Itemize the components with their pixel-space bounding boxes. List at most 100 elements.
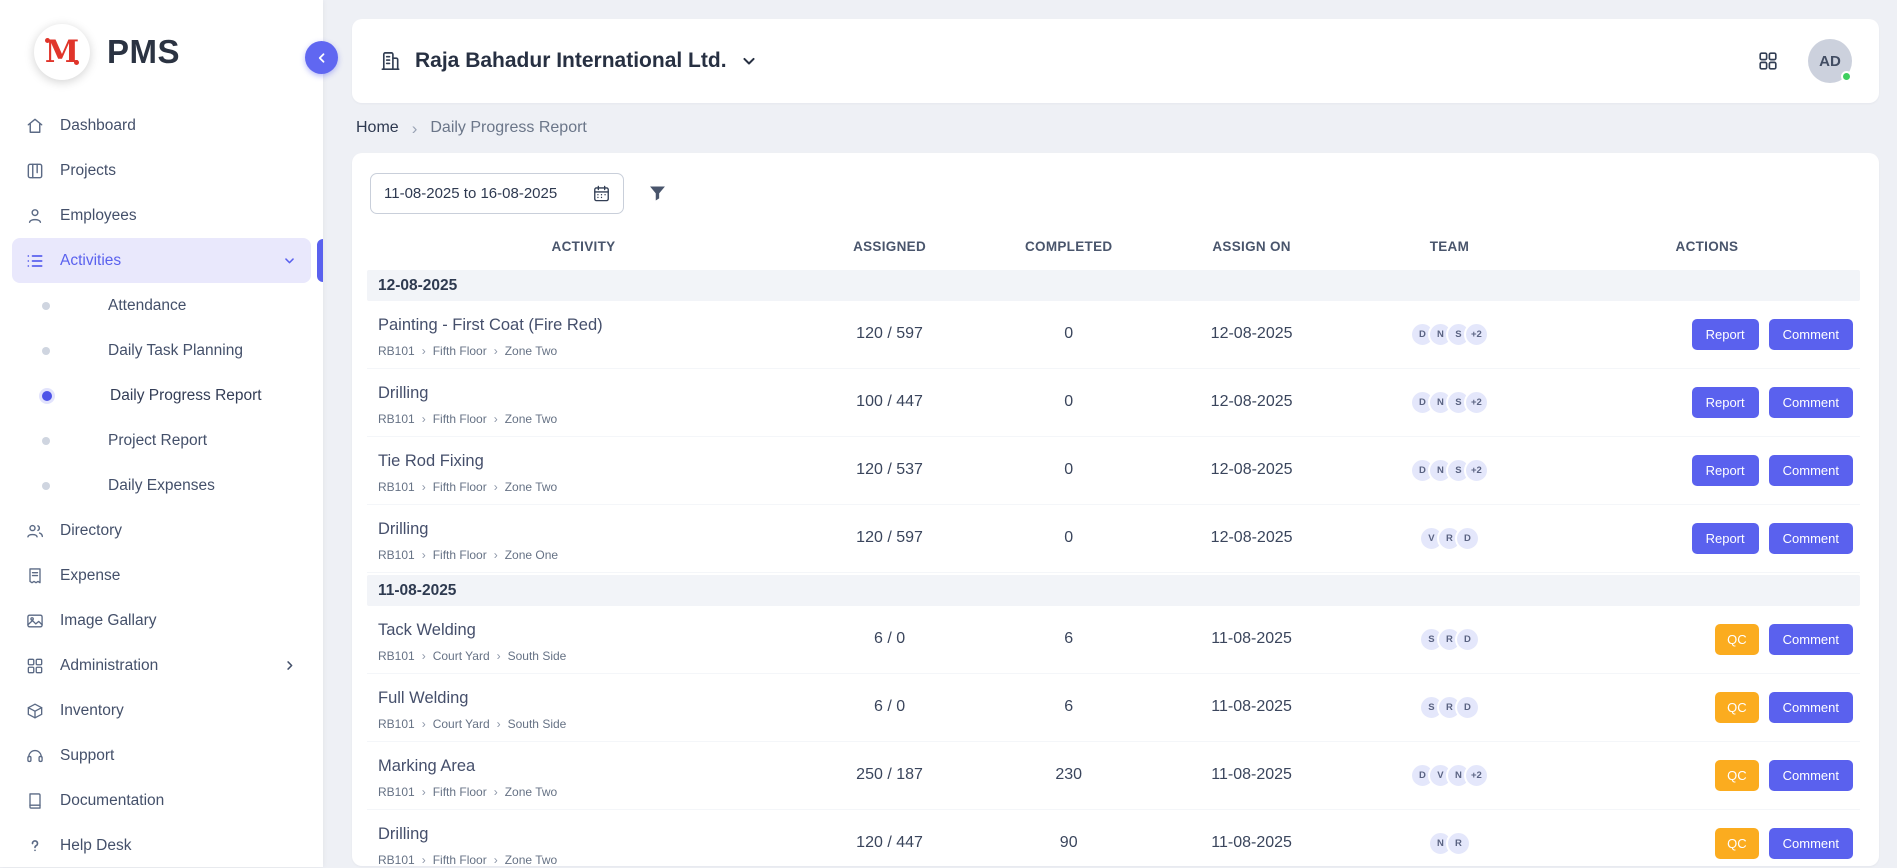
activity-name[interactable]: Marking Area <box>378 757 800 776</box>
app-name: PMS <box>107 33 180 71</box>
activities-icon <box>25 251 45 271</box>
sidebar-subitem-daily-task-planning[interactable]: Daily Task Planning <box>12 328 311 373</box>
path-segment: Fifth Floor <box>433 344 487 358</box>
row-actions: Report Comment <box>1554 446 1860 494</box>
sidebar-item-documentation[interactable]: Documentation <box>12 778 311 823</box>
completed-value: 0 <box>979 310 1158 358</box>
user-avatar[interactable]: AD <box>1808 39 1852 83</box>
qc-button[interactable]: QC <box>1715 692 1759 723</box>
path-segment: RB101 <box>378 412 415 426</box>
team-more-badge[interactable]: +2 <box>1464 458 1489 483</box>
sidebar-item-help-desk[interactable]: Help Desk <box>12 823 311 868</box>
sidebar-item-directory[interactable]: Directory <box>12 508 311 553</box>
main-content: Raja Bahadur International Ltd. AD Home … <box>323 0 1897 867</box>
qc-button[interactable]: QC <box>1715 624 1759 655</box>
comment-button[interactable]: Comment <box>1769 387 1853 418</box>
assign-on-date: 11-08-2025 <box>1158 819 1345 866</box>
sidebar-item-inventory[interactable]: Inventory <box>12 688 311 733</box>
sidebar-item-expense[interactable]: Expense <box>12 553 311 598</box>
activity-name[interactable]: Tack Welding <box>378 621 800 640</box>
activity-cell: Painting - First Coat (Fire Red) RB101›F… <box>367 310 800 358</box>
comment-button[interactable]: Comment <box>1769 760 1853 791</box>
report-button[interactable]: Report <box>1692 319 1759 350</box>
sidebar-item-support[interactable]: Support <box>12 733 311 778</box>
sidebar-subitem-attendance[interactable]: Attendance <box>12 283 311 328</box>
activity-name[interactable]: Drilling <box>378 384 800 403</box>
sidebar-item-projects[interactable]: Projects <box>12 148 311 193</box>
date-range-input[interactable]: 11-08-2025 to 16-08-2025 <box>370 173 624 214</box>
team-avatars: DNS+2 <box>1345 310 1554 358</box>
chevron-right-icon: › <box>494 481 498 493</box>
path-segment: Fifth Floor <box>433 480 487 494</box>
activity-name[interactable]: Full Welding <box>378 689 800 708</box>
activity-name[interactable]: Drilling <box>378 825 800 844</box>
completed-value: 0 <box>979 378 1158 426</box>
comment-button[interactable]: Comment <box>1769 319 1853 350</box>
sidebar-item-dashboard[interactable]: Dashboard <box>12 103 311 148</box>
sidebar-item-image-gallary[interactable]: Image Gallary <box>12 598 311 643</box>
team-member-avatar[interactable]: D <box>1455 695 1480 720</box>
comment-button[interactable]: Comment <box>1769 523 1853 554</box>
comment-button[interactable]: Comment <box>1769 455 1853 486</box>
qc-button[interactable]: QC <box>1715 760 1759 791</box>
comment-button[interactable]: Comment <box>1769 828 1853 859</box>
activity-name[interactable]: Drilling <box>378 520 800 539</box>
company-chevron-down-icon[interactable] <box>739 51 759 71</box>
chevron-right-icon: › <box>494 549 498 561</box>
logo-letter: M <box>45 34 79 70</box>
assigned-value: 100 / 447 <box>800 378 979 426</box>
table-header-row: ACTIVITY ASSIGNED COMPLETED ASSIGN ON TE… <box>367 224 1860 268</box>
qc-button[interactable]: QC <box>1715 828 1759 859</box>
sidebar-item-activities[interactable]: Activities <box>12 238 311 283</box>
row-actions: QC Comment <box>1554 819 1860 866</box>
employees-icon <box>25 206 45 226</box>
report-button[interactable]: Report <box>1692 455 1759 486</box>
table-row: Tack Welding RB101›Court Yard›South Side… <box>367 606 1860 674</box>
sidebar-subitem-daily-expenses[interactable]: Daily Expenses <box>12 463 311 508</box>
path-segment: Zone Two <box>505 412 557 426</box>
sidebar-item-label: Directory <box>60 522 122 540</box>
report-button[interactable]: Report <box>1692 523 1759 554</box>
apps-grid-icon[interactable] <box>1757 50 1779 72</box>
sidebar-item-label: Activities <box>60 252 121 270</box>
avatar-initials: AD <box>1819 53 1841 70</box>
sidebar-item-employees[interactable]: Employees <box>12 193 311 238</box>
activity-name[interactable]: Painting - First Coat (Fire Red) <box>378 316 800 335</box>
breadcrumb-home[interactable]: Home <box>356 119 399 137</box>
sidebar-subitem-label: Project Report <box>108 432 207 450</box>
team-member-avatar[interactable]: R <box>1446 831 1471 856</box>
team-more-badge[interactable]: +2 <box>1464 390 1489 415</box>
inventory-icon <box>25 701 45 721</box>
team-more-badge[interactable]: +2 <box>1464 763 1489 788</box>
path-segment: RB101 <box>378 649 415 663</box>
assign-on-date: 12-08-2025 <box>1158 378 1345 426</box>
assign-on-date: 12-08-2025 <box>1158 446 1345 494</box>
path-segment: South Side <box>508 717 567 731</box>
comment-button[interactable]: Comment <box>1769 624 1853 655</box>
path-segment: Fifth Floor <box>433 548 487 562</box>
report-button[interactable]: Report <box>1692 387 1759 418</box>
activity-location-path: RB101›Court Yard›South Side <box>378 649 800 663</box>
sidebar-item-label: Projects <box>60 162 116 180</box>
team-avatars: VRD <box>1345 514 1554 562</box>
sidebar-item-label: Image Gallary <box>60 612 156 630</box>
sidebar-subitem-label: Daily Progress Report <box>110 387 262 405</box>
activity-cell: Tie Rod Fixing RB101›Fifth Floor›Zone Tw… <box>367 446 800 494</box>
sidebar-item-administration[interactable]: Administration <box>12 643 311 688</box>
sidebar: M PMS Dashboard Projects Employees Activ… <box>0 0 323 867</box>
completed-value: 6 <box>979 683 1158 731</box>
team-member-avatar[interactable]: D <box>1455 526 1480 551</box>
sidebar-subitem-daily-progress-report[interactable]: Daily Progress Report <box>12 373 311 418</box>
team-member-avatar[interactable]: D <box>1455 627 1480 652</box>
activity-name[interactable]: Tie Rod Fixing <box>378 452 800 471</box>
comment-button[interactable]: Comment <box>1769 692 1853 723</box>
team-avatars: SRD <box>1345 683 1554 731</box>
path-segment: RB101 <box>378 480 415 494</box>
activity-location-path: RB101›Fifth Floor›Zone Two <box>378 412 800 426</box>
assigned-value: 120 / 597 <box>800 310 979 358</box>
filter-icon[interactable] <box>647 183 668 204</box>
sidebar-collapse-button[interactable] <box>305 41 338 74</box>
sidebar-subitem-project-report[interactable]: Project Report <box>12 418 311 463</box>
path-segment: Zone One <box>505 548 558 562</box>
team-more-badge[interactable]: +2 <box>1464 322 1489 347</box>
